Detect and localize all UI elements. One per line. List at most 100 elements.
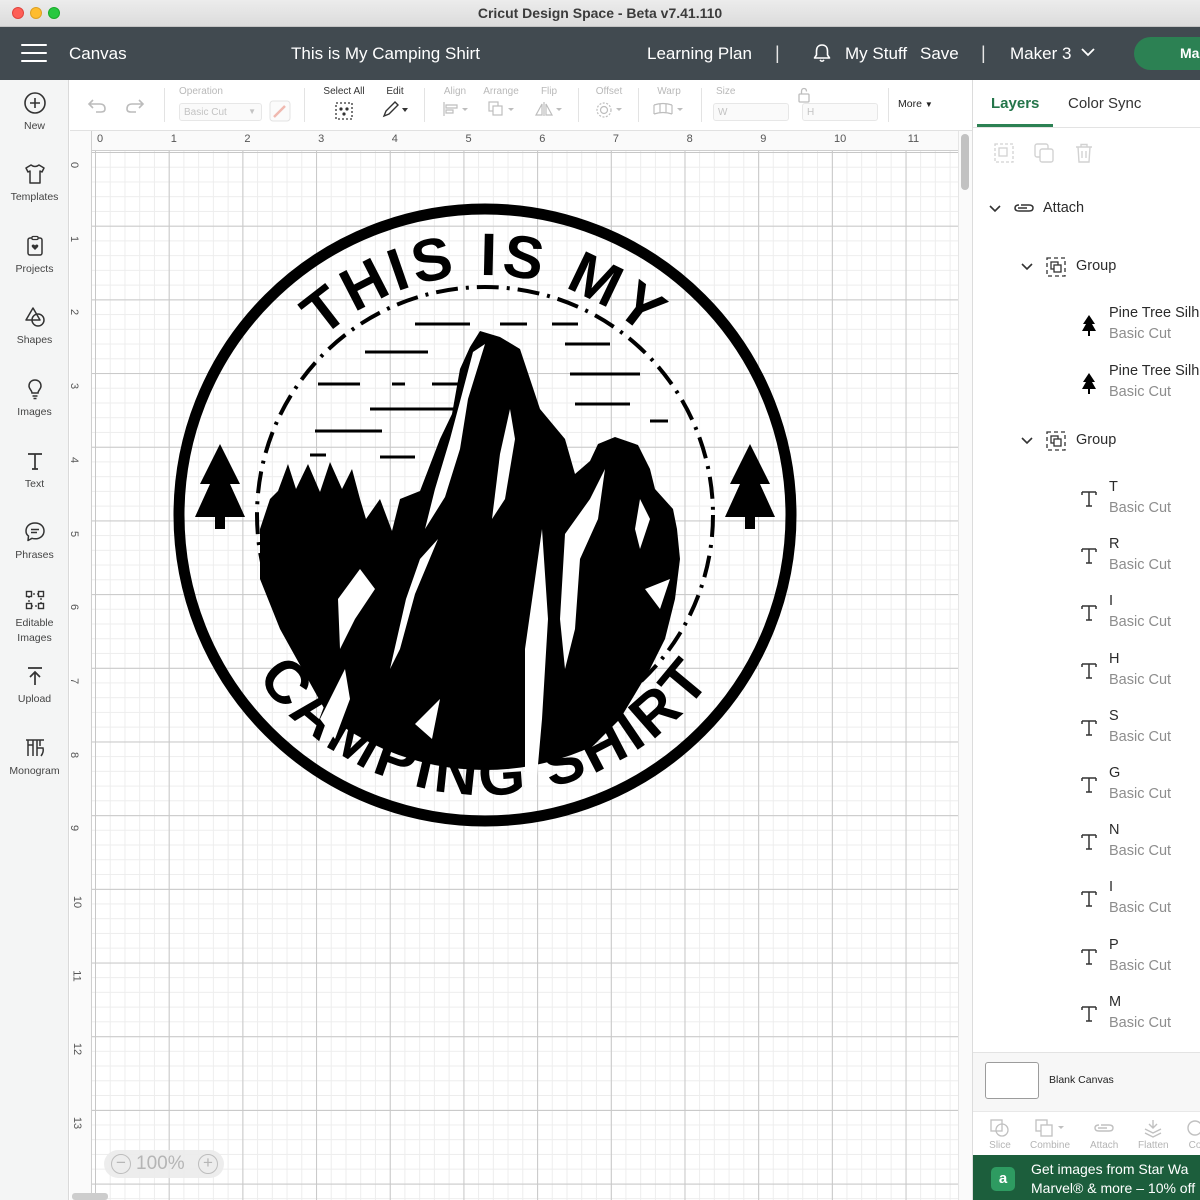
sidebar-item-text[interactable]: Text: [0, 449, 69, 492]
sidebar-item-images[interactable]: Images: [0, 377, 69, 420]
layer-item[interactable]: I Basic Cut: [973, 593, 1200, 647]
blank-canvas-swatch[interactable]: [985, 1062, 1039, 1099]
sidebar-item-phrases[interactable]: Phrases: [0, 520, 69, 563]
camping-badge-design[interactable]: THIS IS MY CAMPING SHIRT: [170, 199, 800, 831]
layer-item[interactable]: M Basic Cut: [973, 994, 1200, 1048]
ruler-tick-label: 6: [70, 604, 80, 610]
blank-canvas-label: Blank Canvas: [1049, 1074, 1114, 1086]
ruler-tick-label: 9: [760, 133, 767, 145]
sidebar-item-shapes[interactable]: Shapes: [0, 305, 69, 348]
machine-selector[interactable]: Maker 3: [1010, 44, 1071, 64]
sidebar-item-new[interactable]: New: [0, 91, 69, 134]
layer-operation: Basic Cut: [1109, 500, 1172, 516]
promo-banner[interactable]: a Get images from Star Wa Marvel® & more…: [973, 1155, 1200, 1200]
save-button[interactable]: Save: [920, 44, 959, 64]
panel-bottom: Blank Canvas Slice Combine Attach Flatte…: [973, 1052, 1200, 1200]
layer-item[interactable]: T Basic Cut: [973, 479, 1200, 533]
canvas-vertical-scrollbar[interactable]: [958, 131, 972, 1200]
combine-icon: [1035, 1119, 1065, 1137]
layer-item[interactable]: Pine Tree Silh Basic Cut: [973, 363, 1200, 417]
make-button[interactable]: Make: [1134, 37, 1200, 70]
warp-icon: [653, 102, 683, 115]
canvas-horizontal-scrollbar[interactable]: [72, 1193, 108, 1200]
offset-label: Offset: [595, 86, 623, 97]
offset-button[interactable]: Offset: [592, 86, 626, 119]
slice-button[interactable]: Slice: [989, 1118, 1011, 1151]
edit-label: Edit: [386, 86, 404, 97]
scroll-thumb[interactable]: [961, 134, 969, 190]
sidebar-item-label: Editable Images: [15, 617, 54, 644]
group-label: Group: [1076, 258, 1117, 274]
height-input[interactable]: H: [802, 103, 878, 121]
edit-button[interactable]: Edit: [380, 86, 410, 119]
layer-group-row[interactable]: Group: [973, 257, 1200, 297]
combine-button[interactable]: Combine: [1030, 1118, 1070, 1151]
layer-item[interactable]: G Basic Cut: [973, 765, 1200, 819]
layer-actions-bar: Slice Combine Attach Flatten Co: [973, 1111, 1200, 1157]
attach-layer-label[interactable]: Attach: [1043, 200, 1084, 216]
my-stuff-link[interactable]: My Stuff: [845, 44, 907, 64]
attach-icon: [1014, 204, 1034, 212]
layer-operation: Basic Cut: [1109, 728, 1172, 745]
attach-button[interactable]: Attach: [1090, 1118, 1118, 1151]
operation-select[interactable]: Basic Cut ▼: [179, 103, 262, 121]
sidebar-item-upload[interactable]: Upload: [0, 664, 69, 707]
layer-item[interactable]: P Basic Cut: [973, 937, 1200, 991]
select-all-button[interactable]: Select All: [319, 86, 369, 121]
chevron-down-icon[interactable]: [1020, 260, 1034, 274]
layer-item[interactable]: N Basic Cut: [973, 822, 1200, 876]
redo-icon[interactable]: [125, 98, 145, 114]
ruler-tick-label: 6: [539, 133, 546, 145]
layer-operation: Basic Cut: [1109, 671, 1172, 688]
flatten-button[interactable]: Flatten: [1138, 1118, 1169, 1151]
header-separator: |: [981, 43, 986, 63]
align-button[interactable]: Align: [438, 86, 472, 117]
contour-button[interactable]: Co: [1183, 1118, 1200, 1151]
project-title[interactable]: This is My Camping Shirt: [291, 44, 480, 64]
trash-icon[interactable]: [1073, 142, 1095, 164]
arrange-button[interactable]: Arrange: [480, 86, 522, 117]
sidebar-item-projects[interactable]: Projects: [0, 234, 69, 277]
chevron-down-icon[interactable]: [1020, 434, 1034, 448]
lock-icon[interactable]: [797, 87, 811, 103]
sidebar-item-label: Projects: [15, 263, 54, 275]
size-label: Size: [716, 86, 736, 97]
flip-button[interactable]: Flip: [534, 86, 564, 117]
chevron-down-icon[interactable]: [988, 202, 1002, 216]
design-canvas[interactable]: 01234567891011 012345678910111213 THIS I…: [70, 131, 958, 1200]
undo-icon[interactable]: [87, 98, 107, 114]
layer-item[interactable]: H Basic Cut: [973, 651, 1200, 705]
layer-item[interactable]: R Basic Cut: [973, 536, 1200, 590]
zoom-in-button[interactable]: +: [198, 1154, 218, 1174]
width-input[interactable]: W: [713, 103, 789, 121]
layer-item[interactable]: Pine Tree Silh Basic Cut: [973, 305, 1200, 359]
learning-plan-link[interactable]: Learning Plan: [647, 44, 752, 64]
layer-group-row[interactable]: Group: [973, 431, 1200, 471]
monogram-icon: [25, 739, 44, 757]
tab-color-sync[interactable]: Color Sync: [1068, 95, 1141, 112]
sidebar-item-editable-images[interactable]: Editable Images: [0, 588, 69, 646]
window-title: Cricut Design Space - Beta v7.41.110: [477, 5, 723, 21]
ruler-tick-label: 12: [71, 1043, 84, 1056]
align-icon: [443, 102, 468, 116]
chevron-down-icon[interactable]: [1080, 44, 1096, 60]
duplicate-icon[interactable]: [1033, 142, 1055, 164]
ruler-tick-label: 5: [70, 530, 80, 536]
sidebar-item-monogram[interactable]: Monogram: [0, 736, 69, 779]
toolbar-divider: [424, 88, 425, 122]
layer-item[interactable]: I Basic Cut: [973, 879, 1200, 933]
pen-color-icon[interactable]: [269, 100, 291, 122]
sidebar-item-label: Templates: [10, 191, 59, 203]
notification-bell-icon[interactable]: [811, 42, 833, 64]
sidebar-item-templates[interactable]: Templates: [0, 162, 69, 205]
layer-item[interactable]: S Basic Cut: [973, 708, 1200, 762]
layer-name: N: [1109, 822, 1120, 839]
group-icon: [1046, 431, 1066, 451]
group-layers-icon[interactable]: [993, 142, 1015, 164]
speech-bubble-icon: [24, 522, 45, 542]
warp-button[interactable]: Warp: [652, 86, 686, 117]
hamburger-menu-icon[interactable]: [21, 44, 47, 64]
tab-layers[interactable]: Layers: [991, 95, 1039, 112]
more-button[interactable]: More ▼: [898, 98, 933, 110]
zoom-out-button[interactable]: −: [111, 1154, 131, 1174]
